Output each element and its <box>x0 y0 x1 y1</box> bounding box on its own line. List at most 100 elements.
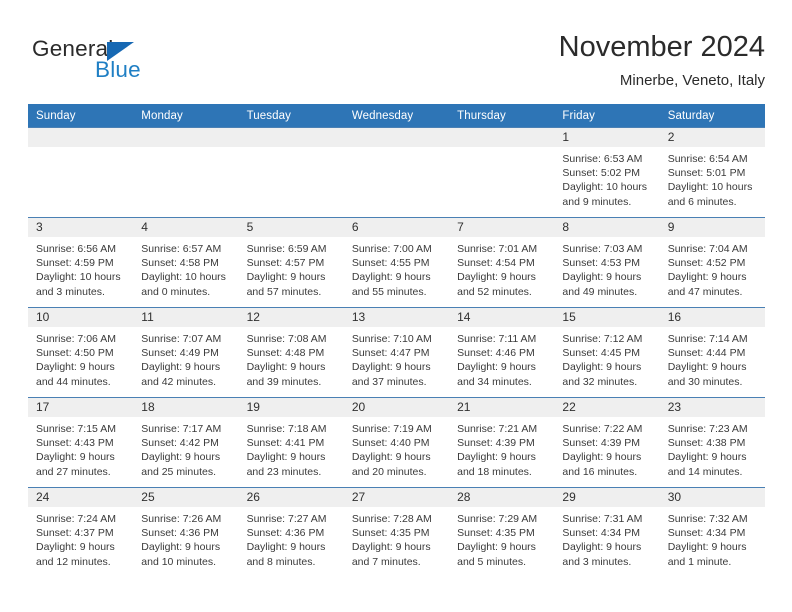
daylight-line-2: and 34 minutes. <box>457 375 532 388</box>
day-number: 28 <box>449 488 555 507</box>
sunset-time: Sunset: 4:52 PM <box>667 257 746 270</box>
daylight-line-1: Daylight: 9 hours <box>457 451 536 464</box>
day-details: Sunrise: 7:22 AM Sunset: 4:39 PM Daylight:… <box>554 417 659 479</box>
calendar-day-cell[interactable]: 25 Sunrise: 7:26 AM Sunset: 4:36 PM Dayligh… <box>133 487 239 577</box>
calendar-day-cell[interactable]: 8 Sunrise: 7:03 AM Sunset: 4:53 PM Daylight… <box>554 217 660 308</box>
day-details: Sunrise: 6:57 AM Sunset: 4:58 PM Daylight:… <box>133 237 238 299</box>
calendar-day-cell[interactable]: 2 Sunrise: 6:54 AM Sunset: 5:01 PM Daylight… <box>659 127 765 218</box>
calendar-day-cell[interactable]: 23 Sunrise: 7:23 AM Sunset: 4:38 PM Dayligh… <box>659 397 765 488</box>
sunset-time: Sunset: 4:58 PM <box>141 257 219 270</box>
sunset-time: Sunset: 4:41 PM <box>246 437 325 450</box>
daylight-line-2: and 37 minutes. <box>351 375 427 388</box>
calendar-day-cell[interactable]: 19 Sunrise: 7:18 AM Sunset: 4:41 PM Dayligh… <box>238 397 344 488</box>
day-number: 23 <box>659 398 765 417</box>
day-number <box>133 128 239 147</box>
sunset-time: Sunset: 4:45 PM <box>562 347 641 360</box>
daylight-line-1: Daylight: 9 hours <box>351 541 431 554</box>
day-details: Sunrise: 6:56 AM Sunset: 4:59 PM Daylight:… <box>28 237 133 299</box>
daylight-line-1: Daylight: 9 hours <box>562 451 642 464</box>
day-number: 27 <box>343 488 450 507</box>
day-number: 16 <box>659 308 765 327</box>
calendar-day-cell[interactable]: 24 Sunrise: 7:24 AM Sunset: 4:37 PM Dayligh… <box>28 487 134 577</box>
sunrise-time: Sunrise: 6:57 AM <box>141 243 222 255</box>
calendar-day-cell[interactable]: 14 Sunrise: 7:11 AM Sunset: 4:46 PM Dayligh… <box>449 307 555 398</box>
sunrise-time: Sunrise: 7:03 AM <box>562 243 643 255</box>
day-details: Sunrise: 7:08 AM Sunset: 4:48 PM Daylight:… <box>239 327 344 389</box>
sunrise-time: Sunrise: 7:15 AM <box>36 423 116 435</box>
daylight-line-1: Daylight: 9 hours <box>246 451 326 464</box>
daylight-line-2: and 49 minutes. <box>562 285 638 298</box>
daylight-line-1: Daylight: 9 hours <box>36 451 115 464</box>
calendar-day-cell[interactable]: 10 Sunrise: 7:06 AM Sunset: 4:50 PM Dayligh… <box>28 307 134 398</box>
sunset-time: Sunset: 4:39 PM <box>457 437 535 450</box>
calendar-day-cell[interactable]: 20 Sunrise: 7:19 AM Sunset: 4:40 PM Dayligh… <box>343 397 450 488</box>
weekday-header-saturday: Saturday <box>659 104 765 128</box>
calendar-day-cell[interactable]: 7 Sunrise: 7:01 AM Sunset: 4:54 PM Daylight… <box>449 217 555 308</box>
daylight-line-1: Daylight: 9 hours <box>457 541 536 554</box>
day-details: Sunrise: 7:21 AM Sunset: 4:39 PM Daylight:… <box>449 417 554 479</box>
calendar-day-cell-empty <box>133 127 239 218</box>
calendar-page: General Blue November 2024 Minerbe, Vene… <box>0 0 792 612</box>
calendar-day-cell[interactable]: 17 Sunrise: 7:15 AM Sunset: 4:43 PM Dayligh… <box>28 397 134 488</box>
calendar-day-cell[interactable]: 11 Sunrise: 7:07 AM Sunset: 4:49 PM Dayligh… <box>133 307 239 398</box>
daylight-line-2: and 12 minutes. <box>36 555 111 568</box>
day-details: Sunrise: 7:24 AM Sunset: 4:37 PM Daylight:… <box>28 507 133 569</box>
calendar-day-cell[interactable]: 5 Sunrise: 6:59 AM Sunset: 4:57 PM Daylight… <box>238 217 344 308</box>
day-number: 11 <box>133 308 239 327</box>
day-details: Sunrise: 7:01 AM Sunset: 4:54 PM Daylight:… <box>449 237 554 299</box>
calendar-week-row: 17 Sunrise: 7:15 AM Sunset: 4:43 PM Dayligh… <box>28 397 765 488</box>
daylight-line-1: Daylight: 9 hours <box>351 451 431 464</box>
day-details: Sunrise: 7:32 AM Sunset: 4:34 PM Daylight:… <box>660 507 765 569</box>
calendar-body: 1 Sunrise: 6:53 AM Sunset: 5:02 PM Daylight… <box>28 127 765 577</box>
daylight-line-1: Daylight: 9 hours <box>667 361 747 374</box>
calendar-day-cell[interactable]: 26 Sunrise: 7:27 AM Sunset: 4:36 PM Dayligh… <box>238 487 344 577</box>
calendar-day-cell[interactable]: 22 Sunrise: 7:22 AM Sunset: 4:39 PM Dayligh… <box>554 397 660 488</box>
weekday-header-row: Sunday Monday Tuesday Wednesday Thursday… <box>28 104 765 128</box>
calendar-day-cell[interactable]: 28 Sunrise: 7:29 AM Sunset: 4:35 PM Dayligh… <box>449 487 555 577</box>
sunrise-time: Sunrise: 7:22 AM <box>562 423 643 435</box>
calendar-day-cell[interactable]: 21 Sunrise: 7:21 AM Sunset: 4:39 PM Dayligh… <box>449 397 555 488</box>
calendar-day-cell[interactable]: 29 Sunrise: 7:31 AM Sunset: 4:34 PM Dayligh… <box>554 487 660 577</box>
calendar-day-cell[interactable]: 13 Sunrise: 7:10 AM Sunset: 4:47 PM Dayligh… <box>343 307 450 398</box>
sunset-time: Sunset: 4:34 PM <box>562 527 641 540</box>
sunset-time: Sunset: 4:35 PM <box>457 527 535 540</box>
sunrise-time: Sunrise: 6:59 AM <box>246 243 327 255</box>
daylight-line-2: and 23 minutes. <box>246 465 322 478</box>
calendar-day-cell[interactable]: 30 Sunrise: 7:32 AM Sunset: 4:34 PM Dayligh… <box>659 487 765 577</box>
daylight-line-2: and 9 minutes. <box>562 195 632 208</box>
day-details: Sunrise: 7:06 AM Sunset: 4:50 PM Daylight:… <box>28 327 133 389</box>
day-number: 21 <box>449 398 555 417</box>
day-details: Sunrise: 7:26 AM Sunset: 4:36 PM Daylight:… <box>133 507 238 569</box>
calendar-day-cell-empty <box>238 127 344 218</box>
daylight-line-1: Daylight: 9 hours <box>562 271 642 284</box>
day-number <box>28 128 134 147</box>
sunrise-time: Sunrise: 7:10 AM <box>351 333 432 345</box>
daylight-line-2: and 18 minutes. <box>457 465 532 478</box>
sunset-time: Sunset: 4:40 PM <box>351 437 430 450</box>
calendar-day-cell[interactable]: 4 Sunrise: 6:57 AM Sunset: 4:58 PM Daylight… <box>133 217 239 308</box>
day-details: Sunrise: 7:11 AM Sunset: 4:46 PM Daylight:… <box>449 327 554 389</box>
sunrise-time: Sunrise: 7:19 AM <box>351 423 432 435</box>
calendar-week-row: 24 Sunrise: 7:24 AM Sunset: 4:37 PM Dayligh… <box>28 487 765 577</box>
sunrise-time: Sunrise: 7:32 AM <box>667 513 748 525</box>
sunset-time: Sunset: 4:44 PM <box>667 347 746 360</box>
calendar-day-cell[interactable]: 12 Sunrise: 7:08 AM Sunset: 4:48 PM Dayligh… <box>238 307 344 398</box>
sunset-time: Sunset: 4:49 PM <box>141 347 219 360</box>
daylight-line-2: and 44 minutes. <box>36 375 111 388</box>
calendar-day-cell[interactable]: 15 Sunrise: 7:12 AM Sunset: 4:45 PM Dayligh… <box>554 307 660 398</box>
calendar-day-cell[interactable]: 1 Sunrise: 6:53 AM Sunset: 5:02 PM Daylight… <box>554 127 660 218</box>
sunrise-time: Sunrise: 7:00 AM <box>351 243 432 255</box>
calendar-day-cell[interactable]: 27 Sunrise: 7:28 AM Sunset: 4:35 PM Dayligh… <box>343 487 450 577</box>
sunset-time: Sunset: 4:36 PM <box>141 527 219 540</box>
calendar-day-cell[interactable]: 9 Sunrise: 7:04 AM Sunset: 4:52 PM Daylight… <box>659 217 765 308</box>
daylight-line-1: Daylight: 9 hours <box>36 541 115 554</box>
sunset-time: Sunset: 4:43 PM <box>36 437 114 450</box>
sunrise-time: Sunrise: 6:53 AM <box>562 153 643 165</box>
brand-logo[interactable]: General Blue <box>32 36 202 92</box>
sunset-time: Sunset: 5:02 PM <box>562 167 641 180</box>
calendar-day-cell[interactable]: 3 Sunrise: 6:56 AM Sunset: 4:59 PM Daylight… <box>28 217 134 308</box>
calendar-day-cell[interactable]: 16 Sunrise: 7:14 AM Sunset: 4:44 PM Dayligh… <box>659 307 765 398</box>
calendar-day-cell[interactable]: 18 Sunrise: 7:17 AM Sunset: 4:42 PM Dayligh… <box>133 397 239 488</box>
calendar-day-cell[interactable]: 6 Sunrise: 7:00 AM Sunset: 4:55 PM Daylight… <box>343 217 450 308</box>
weekday-header-friday: Friday <box>554 104 660 128</box>
